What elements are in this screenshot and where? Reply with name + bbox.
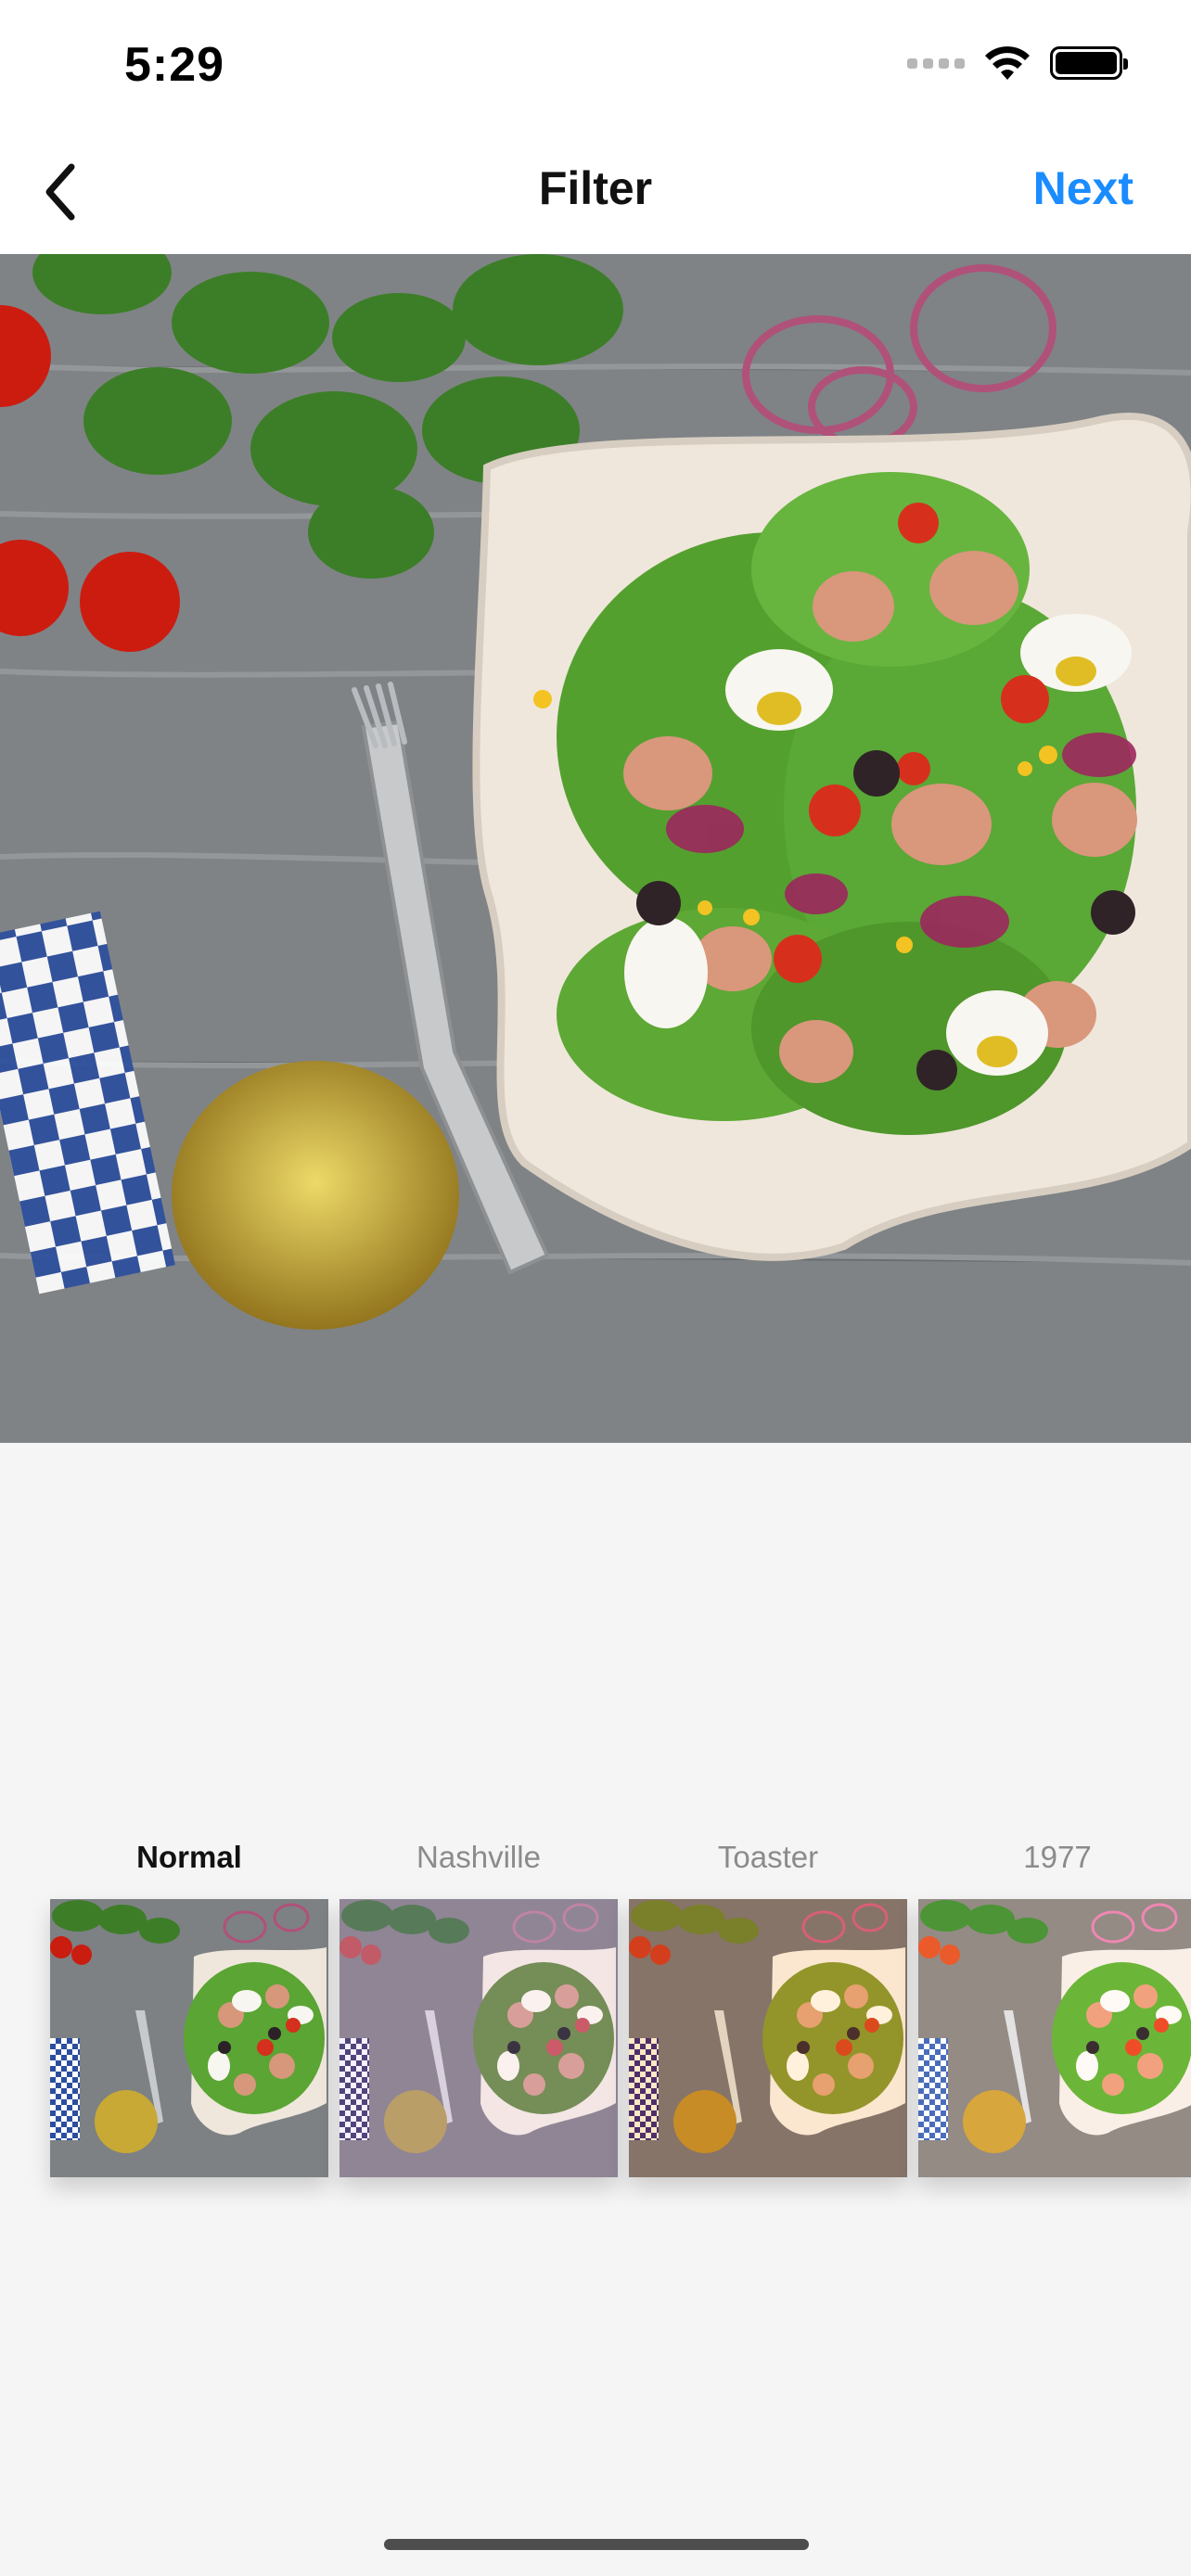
filter-label: Toaster (717, 1840, 819, 1874)
battery-icon (1050, 46, 1128, 80)
filter-thumbnail-1977[interactable] (918, 1899, 1191, 2177)
page-title: Filter (538, 162, 653, 214)
filter-thumbnail-toaster[interactable] (629, 1899, 907, 2177)
filter-label: Nashville (416, 1840, 541, 1874)
filter-toaster[interactable]: Toaster (629, 1840, 907, 2177)
status-icons (907, 45, 1128, 82)
filter-strip: Normal Nashville Toaster 1977 (50, 1840, 1191, 2177)
filter-nashville[interactable]: Nashville (339, 1840, 618, 2177)
filter-normal[interactable]: Normal (50, 1840, 328, 2177)
filter-label: Normal (136, 1840, 242, 1874)
filter-thumbnail-nashville[interactable] (339, 1899, 618, 2177)
wifi-icon (985, 46, 1030, 80)
status-time: 5:29 (124, 38, 225, 92)
status-bar: 5:29 (0, 0, 1191, 130)
filter-1977[interactable]: 1977 (918, 1840, 1191, 2177)
home-indicator (384, 2539, 809, 2550)
filter-thumbnail-normal[interactable] (50, 1899, 328, 2177)
photo-preview (0, 254, 1191, 1443)
next-button[interactable]: Next (1033, 161, 1133, 215)
nav-bar: Filter Next (0, 130, 1191, 254)
cellular-signal-icon (907, 57, 965, 69)
filter-label: 1977 (1023, 1840, 1092, 1874)
salad-photo (0, 254, 1191, 1443)
